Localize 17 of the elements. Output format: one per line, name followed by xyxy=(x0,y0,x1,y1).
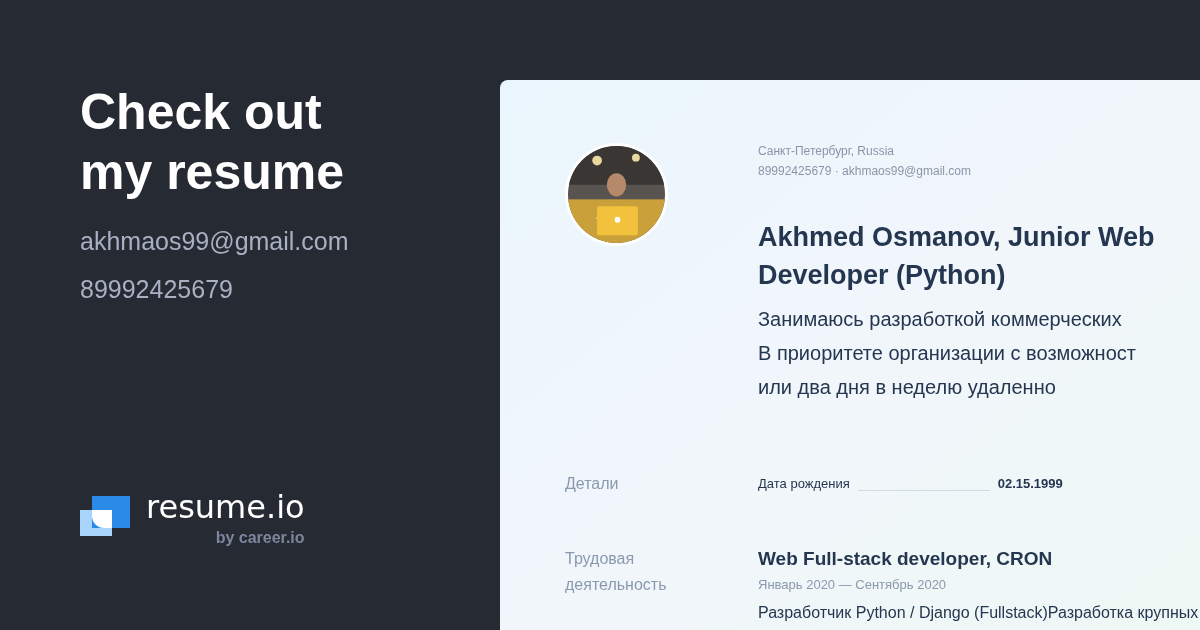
section-heading: Трудовая деятельность xyxy=(565,549,668,595)
summary-text: Занимаюсь разработкой коммерческих В приоритете организации с возможност или два дня в неделю удаленно xyxy=(758,307,1137,400)
job-description: Разработчик Python / Django (Fullstack)Разработка крупных xyxy=(758,603,1199,623)
job-dates: Январь 2020 — Сентябрь 2020 xyxy=(758,576,948,594)
logo-icon xyxy=(80,496,130,536)
location-text: Санкт-Петербург, Russia xyxy=(758,143,895,160)
headline: Check out my resume xyxy=(80,83,346,202)
contacts-text: 89992425679 · akhmaos99@gmail.com xyxy=(758,163,972,180)
job-title: Web Full-stack developer, CRON xyxy=(758,547,1054,571)
brand-name: resume.io xyxy=(146,487,305,528)
resume-title: Akhmed Osmanov, Junior Web Developer (Python) xyxy=(758,221,1155,292)
email-text: akhmaos99@gmail.com xyxy=(80,226,349,257)
section-heading: Детали xyxy=(565,474,620,494)
detail-label: Дата рождения xyxy=(758,475,850,494)
detail-value: 02.15.1999 xyxy=(997,475,1063,494)
phone-text: 89992425679 xyxy=(80,274,233,305)
brand-tagline: by career.io xyxy=(215,528,305,548)
